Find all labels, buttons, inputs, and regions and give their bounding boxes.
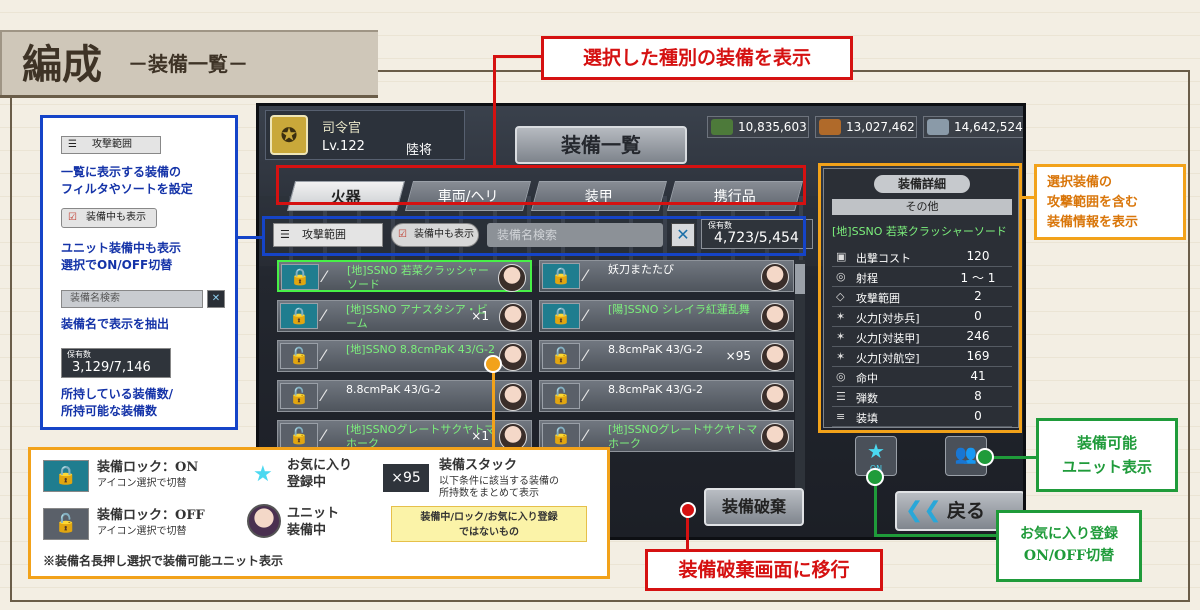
- list-item[interactable]: 🔒 ⁄ 妖刀またたび: [539, 260, 794, 292]
- callout-fav-description: お気に入り登録 ON/OFF切替: [996, 510, 1142, 582]
- screen-title: 装備一覧: [515, 126, 687, 164]
- item-name[interactable]: [地]SSNOグレートサクヤトマホーク: [608, 423, 758, 451]
- back-arrows-icon: ❮❮: [905, 498, 942, 523]
- item-stack: ×1: [471, 429, 489, 443]
- commander-name: 司令官: [322, 121, 362, 136]
- sword-icon: ⁄: [584, 306, 587, 325]
- lock-on-icon: 🔒: [43, 460, 89, 492]
- lock-icon[interactable]: 🔒: [542, 303, 580, 329]
- legend-range-button: ☰ 攻撃範囲: [61, 136, 161, 154]
- unit-avatar: [761, 343, 789, 371]
- item-name[interactable]: 8.8cmPaK 43/G-2: [346, 383, 496, 411]
- unlock-icon[interactable]: 🔓: [280, 423, 318, 449]
- unlock-icon[interactable]: 🔓: [542, 423, 580, 449]
- detail-highlight: [818, 163, 1022, 433]
- sword-icon: ⁄: [322, 346, 325, 365]
- lock-off-icon: 🔓: [43, 508, 89, 540]
- favorite-star-icon: ★: [253, 462, 273, 487]
- item-stack: ×95: [725, 349, 751, 363]
- unlock-icon[interactable]: 🔓: [542, 343, 580, 369]
- commander-rank: 陸将: [406, 143, 433, 158]
- list-item[interactable]: 🔓 ⁄ 8.8cmPaK 43/G-2: [539, 380, 794, 412]
- unit-avatar: [761, 263, 789, 291]
- scrap-button[interactable]: 装備破棄: [704, 488, 804, 526]
- unit-avatar: [499, 303, 527, 331]
- unit-avatar: [761, 423, 789, 451]
- unit-avatar-icon: [247, 504, 281, 538]
- resource-fuel: 10,835,603: [707, 116, 809, 138]
- unlock-icon[interactable]: 🔓: [542, 383, 580, 409]
- legend-equipped-toggle: ☑ 装備中も表示: [61, 208, 157, 228]
- lock-icon[interactable]: 🔒: [280, 303, 318, 329]
- list-item[interactable]: 🔓 ⁄ 8.8cmPaK 43/G-2 ×95: [539, 340, 794, 372]
- list-scrollbar[interactable]: [795, 260, 805, 490]
- sword-icon: ⁄: [323, 267, 326, 286]
- lock-icon[interactable]: 🔒: [281, 264, 319, 290]
- commander-panel: ✪ 司令官 Lv.122 陸将: [265, 110, 465, 160]
- sword-icon: ⁄: [584, 426, 587, 445]
- resource-ammo: 13,027,462: [815, 116, 917, 138]
- unit-avatar: [761, 303, 789, 331]
- item-stack: ×1: [471, 309, 489, 323]
- list-item[interactable]: 🔒 ⁄ [陽]SSNO シレイラ紅蓮乱舞: [539, 300, 794, 332]
- tabs-highlight: [276, 165, 806, 205]
- unit-avatar: [498, 264, 526, 292]
- filter-explanation-panel: ☰ 攻撃範囲 一覧に表示する装備の フィルタやソートを設定 ☑ 装備中も表示 ユニッ…: [40, 115, 238, 430]
- item-name[interactable]: 8.8cmPaK 43/G-2: [608, 383, 758, 411]
- icon-legend-panel: 🔒 装備ロック：ON アイコン選択で切替 🔓 装備ロック：OFF アイコン選択で…: [28, 447, 610, 579]
- item-name[interactable]: [陽]SSNO シレイラ紅蓮乱舞: [608, 303, 758, 331]
- sword-icon: ⁄: [322, 386, 325, 405]
- users-icon: 👥: [954, 444, 978, 465]
- stack-icon: ×95: [383, 464, 429, 492]
- checkbox-icon: ☑: [68, 212, 77, 223]
- sword-icon: ⁄: [322, 306, 325, 325]
- callout-tab-description: 選択した種別の装備を表示: [541, 36, 853, 80]
- menu-icon: ☰: [68, 139, 77, 150]
- page-title: 編成: [22, 41, 102, 88]
- page-subtitle: －装備一覧－: [128, 52, 248, 76]
- unit-avatar: [499, 383, 527, 411]
- commander-emblem-icon: ✪: [270, 115, 308, 155]
- item-name[interactable]: 妖刀またたび: [608, 263, 758, 291]
- sword-icon: ⁄: [584, 266, 587, 285]
- sword-icon: ⁄: [584, 346, 587, 365]
- sword-icon: ⁄: [322, 426, 325, 445]
- callout-detail-description: 選択装備の 攻撃範囲を含む 装備情報を表示: [1034, 164, 1186, 240]
- unit-avatar: [761, 383, 789, 411]
- star-icon: ★: [867, 439, 885, 463]
- item-name[interactable]: [地]SSNO 8.8cmPaK 43/G-2: [346, 343, 496, 371]
- list-item[interactable]: 🔒 ⁄ [地]SSNO 若菜クラッシャーソード: [277, 260, 532, 292]
- unlock-icon[interactable]: 🔓: [280, 383, 318, 409]
- clear-search-icon: ✕: [207, 290, 225, 308]
- lock-icon[interactable]: 🔒: [542, 263, 580, 289]
- unlock-icon[interactable]: 🔓: [280, 343, 318, 369]
- sword-icon: ⁄: [584, 386, 587, 405]
- steel-icon: [927, 119, 949, 135]
- ammo-icon: [819, 119, 841, 135]
- resource-steel: 14,642,524: [923, 116, 1023, 138]
- item-name[interactable]: [地]SSNO 若菜クラッシャーソード: [347, 264, 497, 292]
- commander-level: Lv.122: [322, 139, 365, 154]
- unit-avatar: [499, 343, 527, 371]
- stack-condition-note: 装備中/ロック/お気に入り登録 ではないもの: [391, 506, 587, 542]
- fuel-icon: [711, 119, 733, 135]
- filter-highlight: [262, 216, 806, 256]
- legend-owned-count: 保有数 3,129/7,146: [61, 348, 171, 378]
- callout-scrap-description: 装備破棄画面に移行: [645, 549, 883, 591]
- callout-unit-description: 装備可能 ユニット表示: [1036, 418, 1178, 492]
- list-item[interactable]: 🔒 ⁄ [地]SSNO アナスタシア・ビーム ×1: [277, 300, 532, 332]
